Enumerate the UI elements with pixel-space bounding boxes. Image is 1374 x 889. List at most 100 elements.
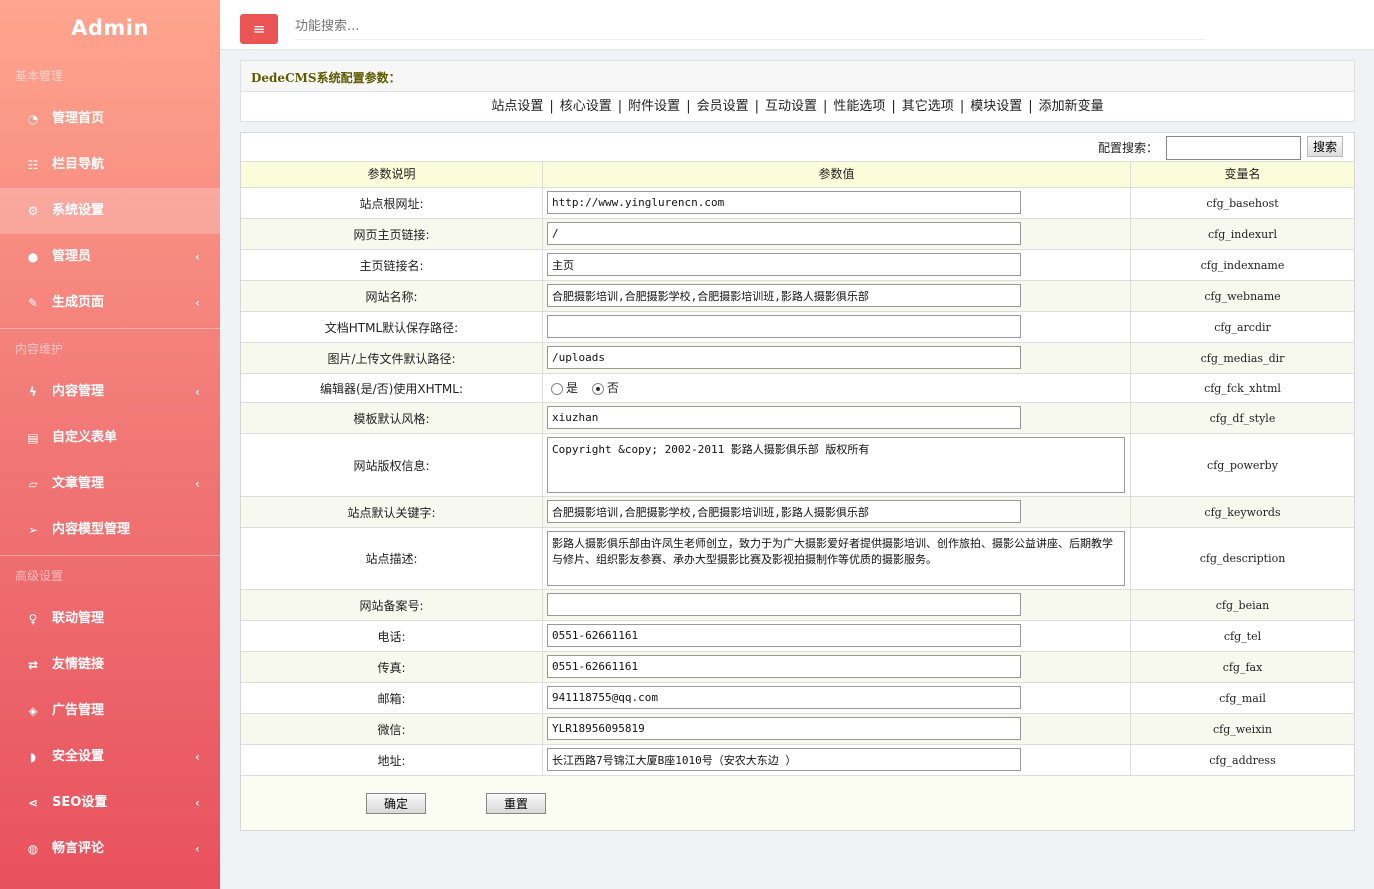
radio-yes-option[interactable]: 是 <box>551 381 578 395</box>
sidebar-item-column-nav[interactable]: ☷ 栏目导航 <box>0 142 220 188</box>
param-label: 电话: <box>241 621 543 651</box>
table-row: 传真: cfg_fax <box>241 652 1354 683</box>
radio-no-option[interactable]: 否 <box>591 381 619 395</box>
confirm-button[interactable]: 确定 <box>366 793 426 814</box>
function-search-input[interactable] <box>295 14 1205 40</box>
mail-input[interactable] <box>547 686 1021 709</box>
folder-open-icon: ▱ <box>28 477 38 491</box>
sidebar-item-seo[interactable]: ⋖ SEO设置 ‹ <box>0 780 220 826</box>
radio-button[interactable] <box>551 382 563 395</box>
param-label: 地址: <box>241 745 543 775</box>
radio-button-selected[interactable] <box>591 382 604 395</box>
param-label: 站点根网址: <box>241 188 543 218</box>
variable-name: cfg_mail <box>1219 691 1266 705</box>
config-table: 参数说明 参数值 变量名 站点根网址: cfg_basehost 网页主页链接:… <box>241 162 1354 776</box>
lightbulb-icon: ♀ <box>28 612 38 626</box>
sidebar-item-custom-forms[interactable]: ▤ 自定义表单 <box>0 415 220 461</box>
sidebar-item-ads[interactable]: ◈ 广告管理 <box>0 688 220 734</box>
xhtml-radio-group: 是 否 <box>551 379 629 396</box>
param-label: 传真: <box>241 652 543 682</box>
tel-input[interactable] <box>547 624 1021 647</box>
tab-add-variable[interactable]: 添加新变量 <box>1039 99 1104 114</box>
sidebar-item-content-models[interactable]: ➢ 内容模型管理 <box>0 507 220 553</box>
table-row: 地址: cfg_address <box>241 745 1354 776</box>
sidebar-item-linkage[interactable]: ♀ 联动管理 <box>0 596 220 642</box>
param-label: 网页主页链接: <box>241 219 543 249</box>
tab-other-options[interactable]: 其它选项 <box>902 99 954 114</box>
top-bar: ≡ <box>220 0 1374 50</box>
tab-member-settings[interactable]: 会员设置 <box>697 99 749 114</box>
param-value-cell <box>543 714 1131 744</box>
powerby-textarea[interactable]: Copyright &copy; 2002-2011 影路人摄影俱乐部 版权所有 <box>547 437 1125 493</box>
sidebar-item-label: 生成页面 <box>52 295 105 310</box>
param-label: 网站备案号: <box>241 590 543 620</box>
indexname-input[interactable] <box>547 253 1021 276</box>
variable-name: cfg_arcdir <box>1214 320 1271 334</box>
tab-separator: | <box>754 99 759 114</box>
variable-name: cfg_keywords <box>1204 505 1281 519</box>
sidebar-item-label: 广告管理 <box>52 703 105 718</box>
chevron-left-icon: ‹ <box>195 796 200 810</box>
sidebar-item-comments[interactable]: ◍ 畅言评论 ‹ <box>0 826 220 872</box>
variable-name: cfg_df_style <box>1209 411 1276 425</box>
config-search-input[interactable] <box>1166 136 1301 160</box>
variable-name: cfg_weixin <box>1212 722 1273 736</box>
sidebar-item-system-settings[interactable]: ⚙ 系统设置 <box>0 188 220 234</box>
param-label: 文档HTML默认保存路径: <box>241 312 543 342</box>
column-header-description: 参数说明 <box>241 162 543 187</box>
reset-button[interactable]: 重置 <box>486 793 546 814</box>
tab-performance-options[interactable]: 性能选项 <box>833 99 885 114</box>
address-input[interactable] <box>547 748 1021 771</box>
keywords-input[interactable] <box>547 500 1021 523</box>
variable-name: cfg_address <box>1209 753 1276 767</box>
variable-name: cfg_beian <box>1215 598 1270 612</box>
sidebar-item-content-manage[interactable]: ϟ 内容管理 ‹ <box>0 369 220 415</box>
table-row: 微信: cfg_weixin <box>241 714 1354 745</box>
chevron-left-icon: ‹ <box>195 250 200 264</box>
table-row: 站点根网址: cfg_basehost <box>241 188 1354 219</box>
table-header: 参数说明 参数值 变量名 <box>241 162 1354 188</box>
tab-attachment-settings[interactable]: 附件设置 <box>628 99 680 114</box>
tab-separator: | <box>1028 99 1033 114</box>
sidebar-item-articles[interactable]: ▱ 文章管理 ‹ <box>0 461 220 507</box>
tab-site-settings[interactable]: 站点设置 <box>491 99 543 114</box>
param-label: 模板默认风格: <box>241 403 543 433</box>
sidebar-item-admins[interactable]: ● 管理员 ‹ <box>0 234 220 280</box>
tab-separator: | <box>686 99 691 114</box>
param-value-cell <box>543 497 1131 527</box>
panel-header: DedeCMS系统配置参数： <box>240 60 1355 92</box>
sidebar-item-friend-links[interactable]: ⇄ 友情链接 <box>0 642 220 688</box>
webname-input[interactable] <box>547 284 1021 307</box>
beian-input[interactable] <box>547 593 1021 616</box>
weixin-input[interactable] <box>547 717 1021 740</box>
sidebar-item-generate-pages[interactable]: ✎ 生成页面 ‹ <box>0 280 220 326</box>
tab-interaction-settings[interactable]: 互动设置 <box>765 99 817 114</box>
variable-name: cfg_description <box>1199 552 1286 565</box>
share-icon: ⋖ <box>27 796 39 810</box>
config-search-button[interactable]: 搜索 <box>1307 136 1343 157</box>
menu-toggle-button[interactable]: ≡ <box>240 14 278 44</box>
sidebar-item-security[interactable]: ◗ 安全设置 ‹ <box>0 734 220 780</box>
df-style-input[interactable] <box>547 406 1021 429</box>
variable-name: cfg_fck_xhtml <box>1204 381 1281 395</box>
fax-input[interactable] <box>547 655 1021 678</box>
tab-separator: | <box>823 99 828 114</box>
sidebar-item-label: SEO设置 <box>52 795 108 810</box>
table-row: 模板默认风格: cfg_df_style <box>241 403 1354 434</box>
sidebar-item-label: 畅言评论 <box>52 841 105 856</box>
indexurl-input[interactable] <box>547 222 1021 245</box>
basehost-input[interactable] <box>547 191 1021 214</box>
sidebar-item-dashboard[interactable]: ◔ 管理首页 <box>0 96 220 142</box>
tab-module-settings[interactable]: 模块设置 <box>970 99 1022 114</box>
variable-name: cfg_indexname <box>1200 258 1285 272</box>
comments-icon: ◍ <box>27 842 39 856</box>
tab-core-settings[interactable]: 核心设置 <box>560 99 612 114</box>
medias-dir-input[interactable] <box>547 346 1021 369</box>
param-value-cell <box>543 590 1131 620</box>
sidebar-item-label: 安全设置 <box>52 749 105 764</box>
table-row: 站点描述: 影路人摄影俱乐部由许凤生老师创立，致力于为广大摄影爱好者提供摄影培训… <box>241 528 1354 590</box>
table-row: 文档HTML默认保存路径: cfg_arcdir <box>241 312 1354 343</box>
description-textarea[interactable]: 影路人摄影俱乐部由许凤生老师创立，致力于为广大摄影爱好者提供摄影培训、创作旅拍、… <box>547 531 1125 586</box>
sidebar: Admin 基本管理 ◔ 管理首页 ☷ 栏目导航 ⚙ 系统设置 ● 管理员 ‹ ✎ 生成页面… <box>0 0 220 889</box>
arcdir-input[interactable] <box>547 315 1021 338</box>
